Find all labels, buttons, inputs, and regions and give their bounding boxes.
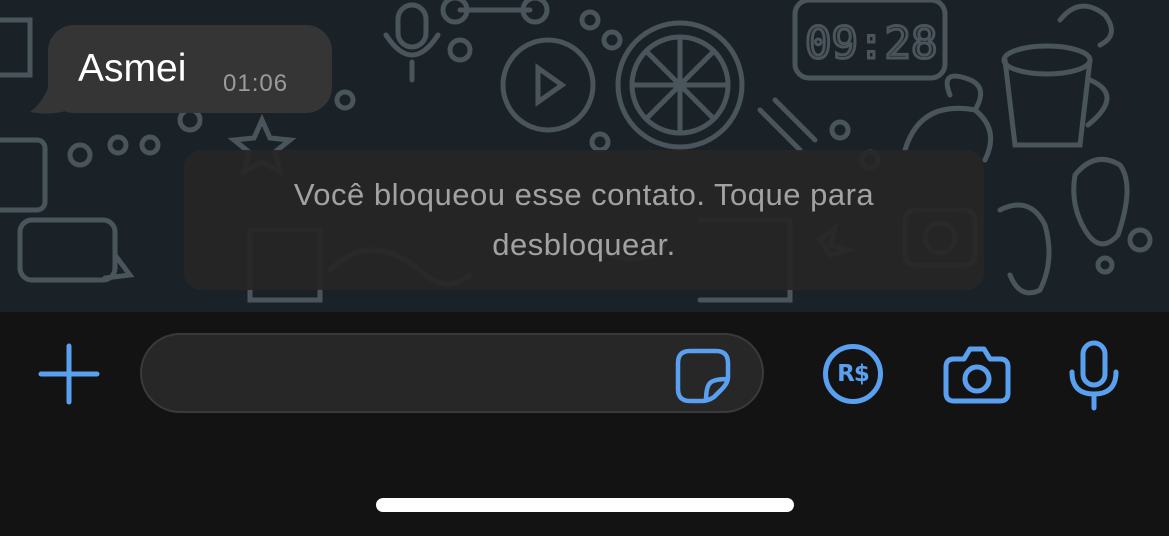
incoming-message-bubble[interactable]: Asmei 01:06: [48, 25, 332, 113]
message-time: 01:06: [223, 70, 289, 97]
sticker-icon[interactable]: [674, 347, 732, 405]
payment-icon[interactable]: R$: [822, 343, 884, 405]
message-text-field[interactable]: [140, 333, 764, 413]
blocked-contact-notice-text: Você bloqueou esse contato. Toque para d…: [293, 177, 875, 262]
home-indicator[interactable]: [376, 498, 794, 512]
camera-icon[interactable]: [942, 345, 1012, 405]
chat-area[interactable]: 09:28 Asmei 01:06 Você bloqueou esse con…: [0, 0, 1169, 312]
blocked-contact-notice[interactable]: Você bloqueou esse contato. Toque para d…: [184, 150, 984, 290]
message-text: Asmei: [78, 47, 187, 90]
microphone-icon[interactable]: [1066, 340, 1122, 412]
payment-icon-text: R$: [837, 361, 870, 387]
plus-icon[interactable]: [38, 343, 100, 405]
message-input-bar: R$: [0, 312, 1169, 536]
wallpaper-clock-text: 09:28: [805, 18, 937, 69]
